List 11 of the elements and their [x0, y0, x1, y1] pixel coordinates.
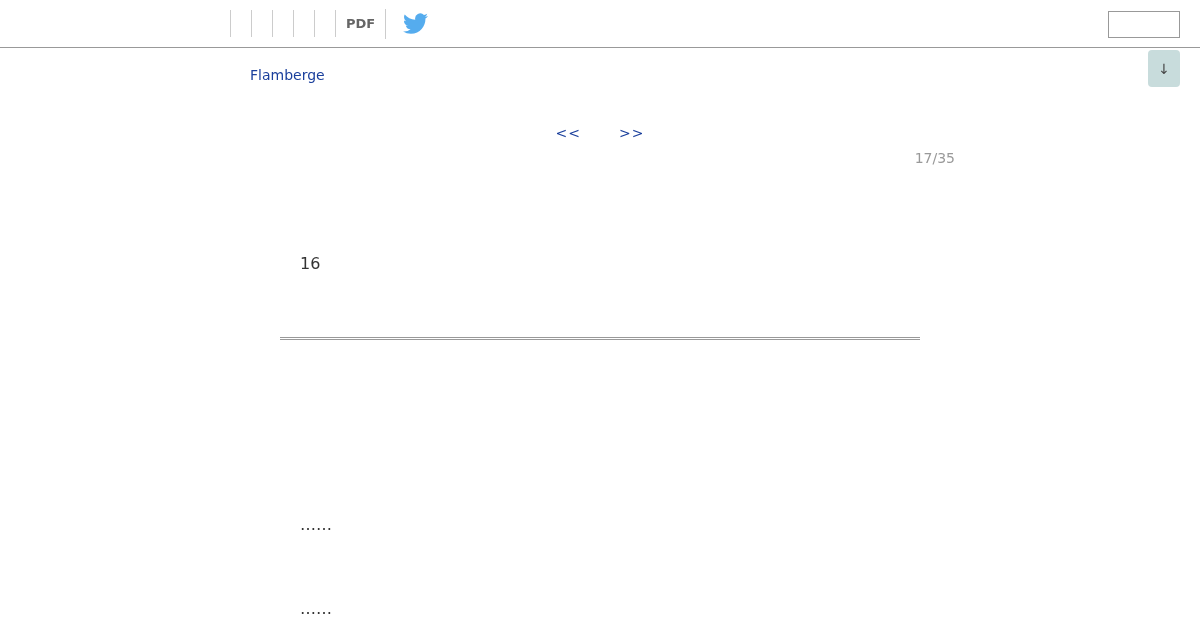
- bird-icon[interactable]: [403, 13, 429, 34]
- page-number-text: 17/35: [914, 149, 955, 168]
- next-page-link[interactable]: >>: [619, 123, 645, 143]
- previous-page-link[interactable]: <<: [555, 123, 581, 143]
- paragraph-text: ……: [300, 514, 332, 536]
- back-to-top-button[interactable]: ↓: [1148, 50, 1180, 87]
- pdf-link[interactable]: PDF: [335, 10, 386, 37]
- book-title-link[interactable]: Flamberge: [250, 65, 325, 85]
- paragraph-text: ……: [300, 598, 332, 620]
- search-field[interactable]: [1108, 10, 1180, 38]
- chapter-heading: 16: [300, 253, 321, 275]
